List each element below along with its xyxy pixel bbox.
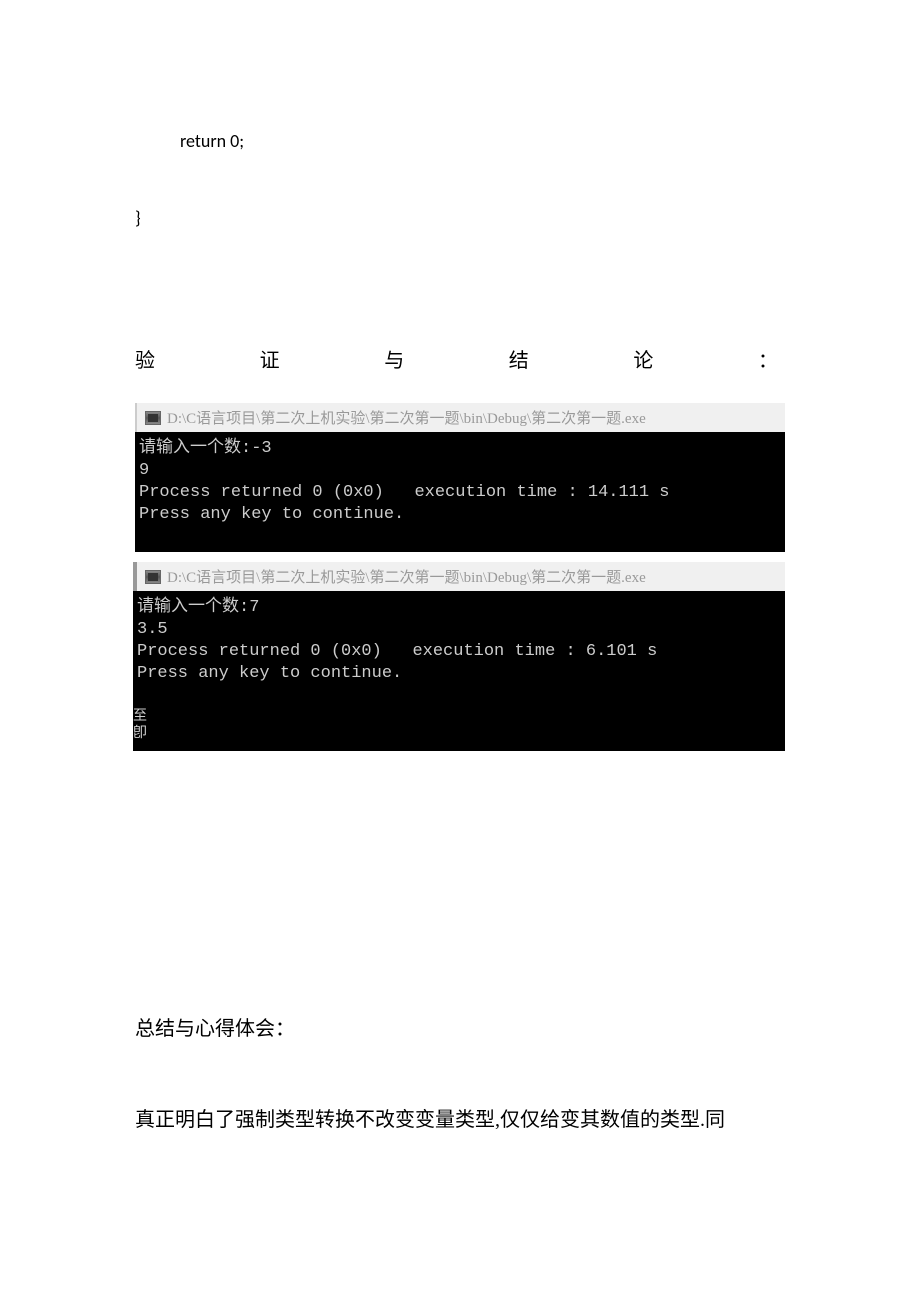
document-content: return 0; } 验 证 与 结 论 ： D:\C语言项目\第二次上机实验…	[0, 0, 920, 1273]
header-char: 结	[509, 344, 531, 373]
side-mark: 至	[133, 709, 147, 726]
summary-section: 总结与心得体会： 真正明白了强制类型转换不改变变量类型,仅仅给变其数值的类型.同	[135, 1011, 785, 1138]
console-title-text: D:\C语言项目\第二次上机实验\第二次第一题\bin\Debug\第二次第一题…	[167, 566, 646, 587]
console-window-2: D:\C语言项目\第二次上机实验\第二次第一题\bin\Debug\第二次第一题…	[133, 562, 785, 751]
console-line: Press any key to continue.	[139, 504, 781, 526]
console-line: Press any key to continue.	[137, 663, 781, 685]
console-titlebar: D:\C语言项目\第二次上机实验\第二次第一题\bin\Debug\第二次第一题…	[135, 403, 785, 432]
header-char: 证	[260, 344, 282, 373]
console-line: 请输入一个数:7	[137, 597, 781, 619]
console-titlebar: D:\C语言项目\第二次上机实验\第二次第一题\bin\Debug\第二次第一题…	[133, 562, 785, 591]
header-char: 验	[135, 344, 157, 373]
console-output: 请输入一个数:7 3.5 Process returned 0 (0x0) ex…	[133, 591, 785, 751]
code-return-statement: return 0;	[135, 130, 785, 152]
header-char: ：	[758, 344, 780, 373]
summary-body: 真正明白了强制类型转换不改变变量类型,仅仅给变其数值的类型.同	[135, 1102, 785, 1138]
console-line: 9	[139, 460, 781, 482]
header-char: 论	[633, 344, 655, 373]
header-char: 与	[384, 344, 406, 373]
console-line: 请输入一个数:-3	[139, 438, 781, 460]
console-line: 3.5	[137, 619, 781, 641]
console-window-1: D:\C语言项目\第二次上机实验\第二次第一题\bin\Debug\第二次第一题…	[135, 403, 785, 552]
console-icon	[145, 411, 161, 425]
summary-heading: 总结与心得体会：	[135, 1011, 785, 1047]
console-line: Process returned 0 (0x0) execution time …	[139, 482, 781, 504]
console-output: 请输入一个数:-3 9 Process returned 0 (0x0) exe…	[135, 432, 785, 552]
section-header-verification: 验 证 与 结 论 ：	[135, 344, 785, 373]
code-closing-brace: }	[135, 207, 785, 229]
side-mark: 卽	[133, 726, 147, 743]
console-icon	[145, 570, 161, 584]
side-annotations: 至 卽	[133, 709, 147, 743]
console-title-text: D:\C语言项目\第二次上机实验\第二次第一题\bin\Debug\第二次第一题…	[167, 407, 646, 428]
console-line: Process returned 0 (0x0) execution time …	[137, 641, 781, 663]
